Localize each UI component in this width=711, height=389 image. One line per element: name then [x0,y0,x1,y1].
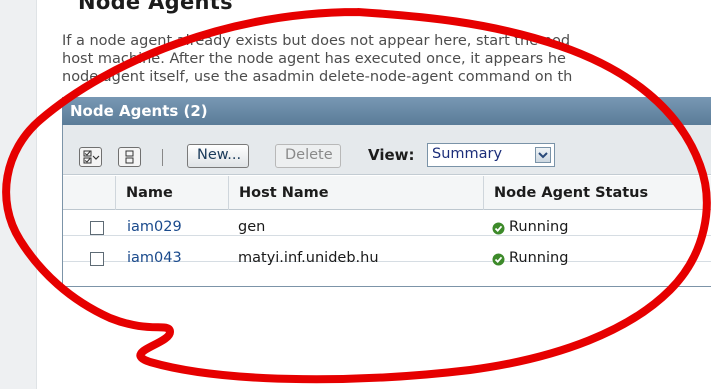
node-agent-name-link[interactable]: iam029 [127,219,182,235]
toolbar-separator [162,149,163,166]
column-header-host-name[interactable]: Host Name [228,176,483,210]
table-title: Node Agents (2) [62,97,711,125]
check-circle-icon [492,222,505,235]
column-header-name[interactable]: Name [115,176,228,210]
deselect-all-icon[interactable] [118,147,141,167]
help-line: node agent itself, use the asadmin delet… [62,69,573,85]
page-title: Node Agents [78,0,233,14]
chevron-down-icon[interactable] [535,147,551,163]
help-line: host machine. After the node agent has e… [62,51,566,67]
status-cell: Running [509,219,569,235]
view-select-value: Summary [432,146,503,162]
host-name-cell: matyi.inf.unideb.hu [238,250,379,266]
delete-button[interactable]: Delete [275,144,341,168]
help-line: If a node agent already exists but does … [62,33,571,49]
help-text: If a node agent already exists but does … [62,32,711,86]
check-circle-icon [492,253,505,266]
view-label: View: [368,146,415,164]
host-name-cell: gen [238,219,266,235]
row-checkbox[interactable] [90,221,104,235]
view-select[interactable]: Summary [427,143,555,167]
left-navigation-rail [0,0,37,389]
new-button[interactable]: New... [187,144,250,168]
select-all-icon[interactable] [79,147,102,167]
node-agent-name-link[interactable]: iam043 [127,250,182,266]
row-checkbox[interactable] [90,252,104,266]
column-header-status[interactable]: Node Agent Status [483,176,711,210]
status-cell: Running [509,250,569,266]
